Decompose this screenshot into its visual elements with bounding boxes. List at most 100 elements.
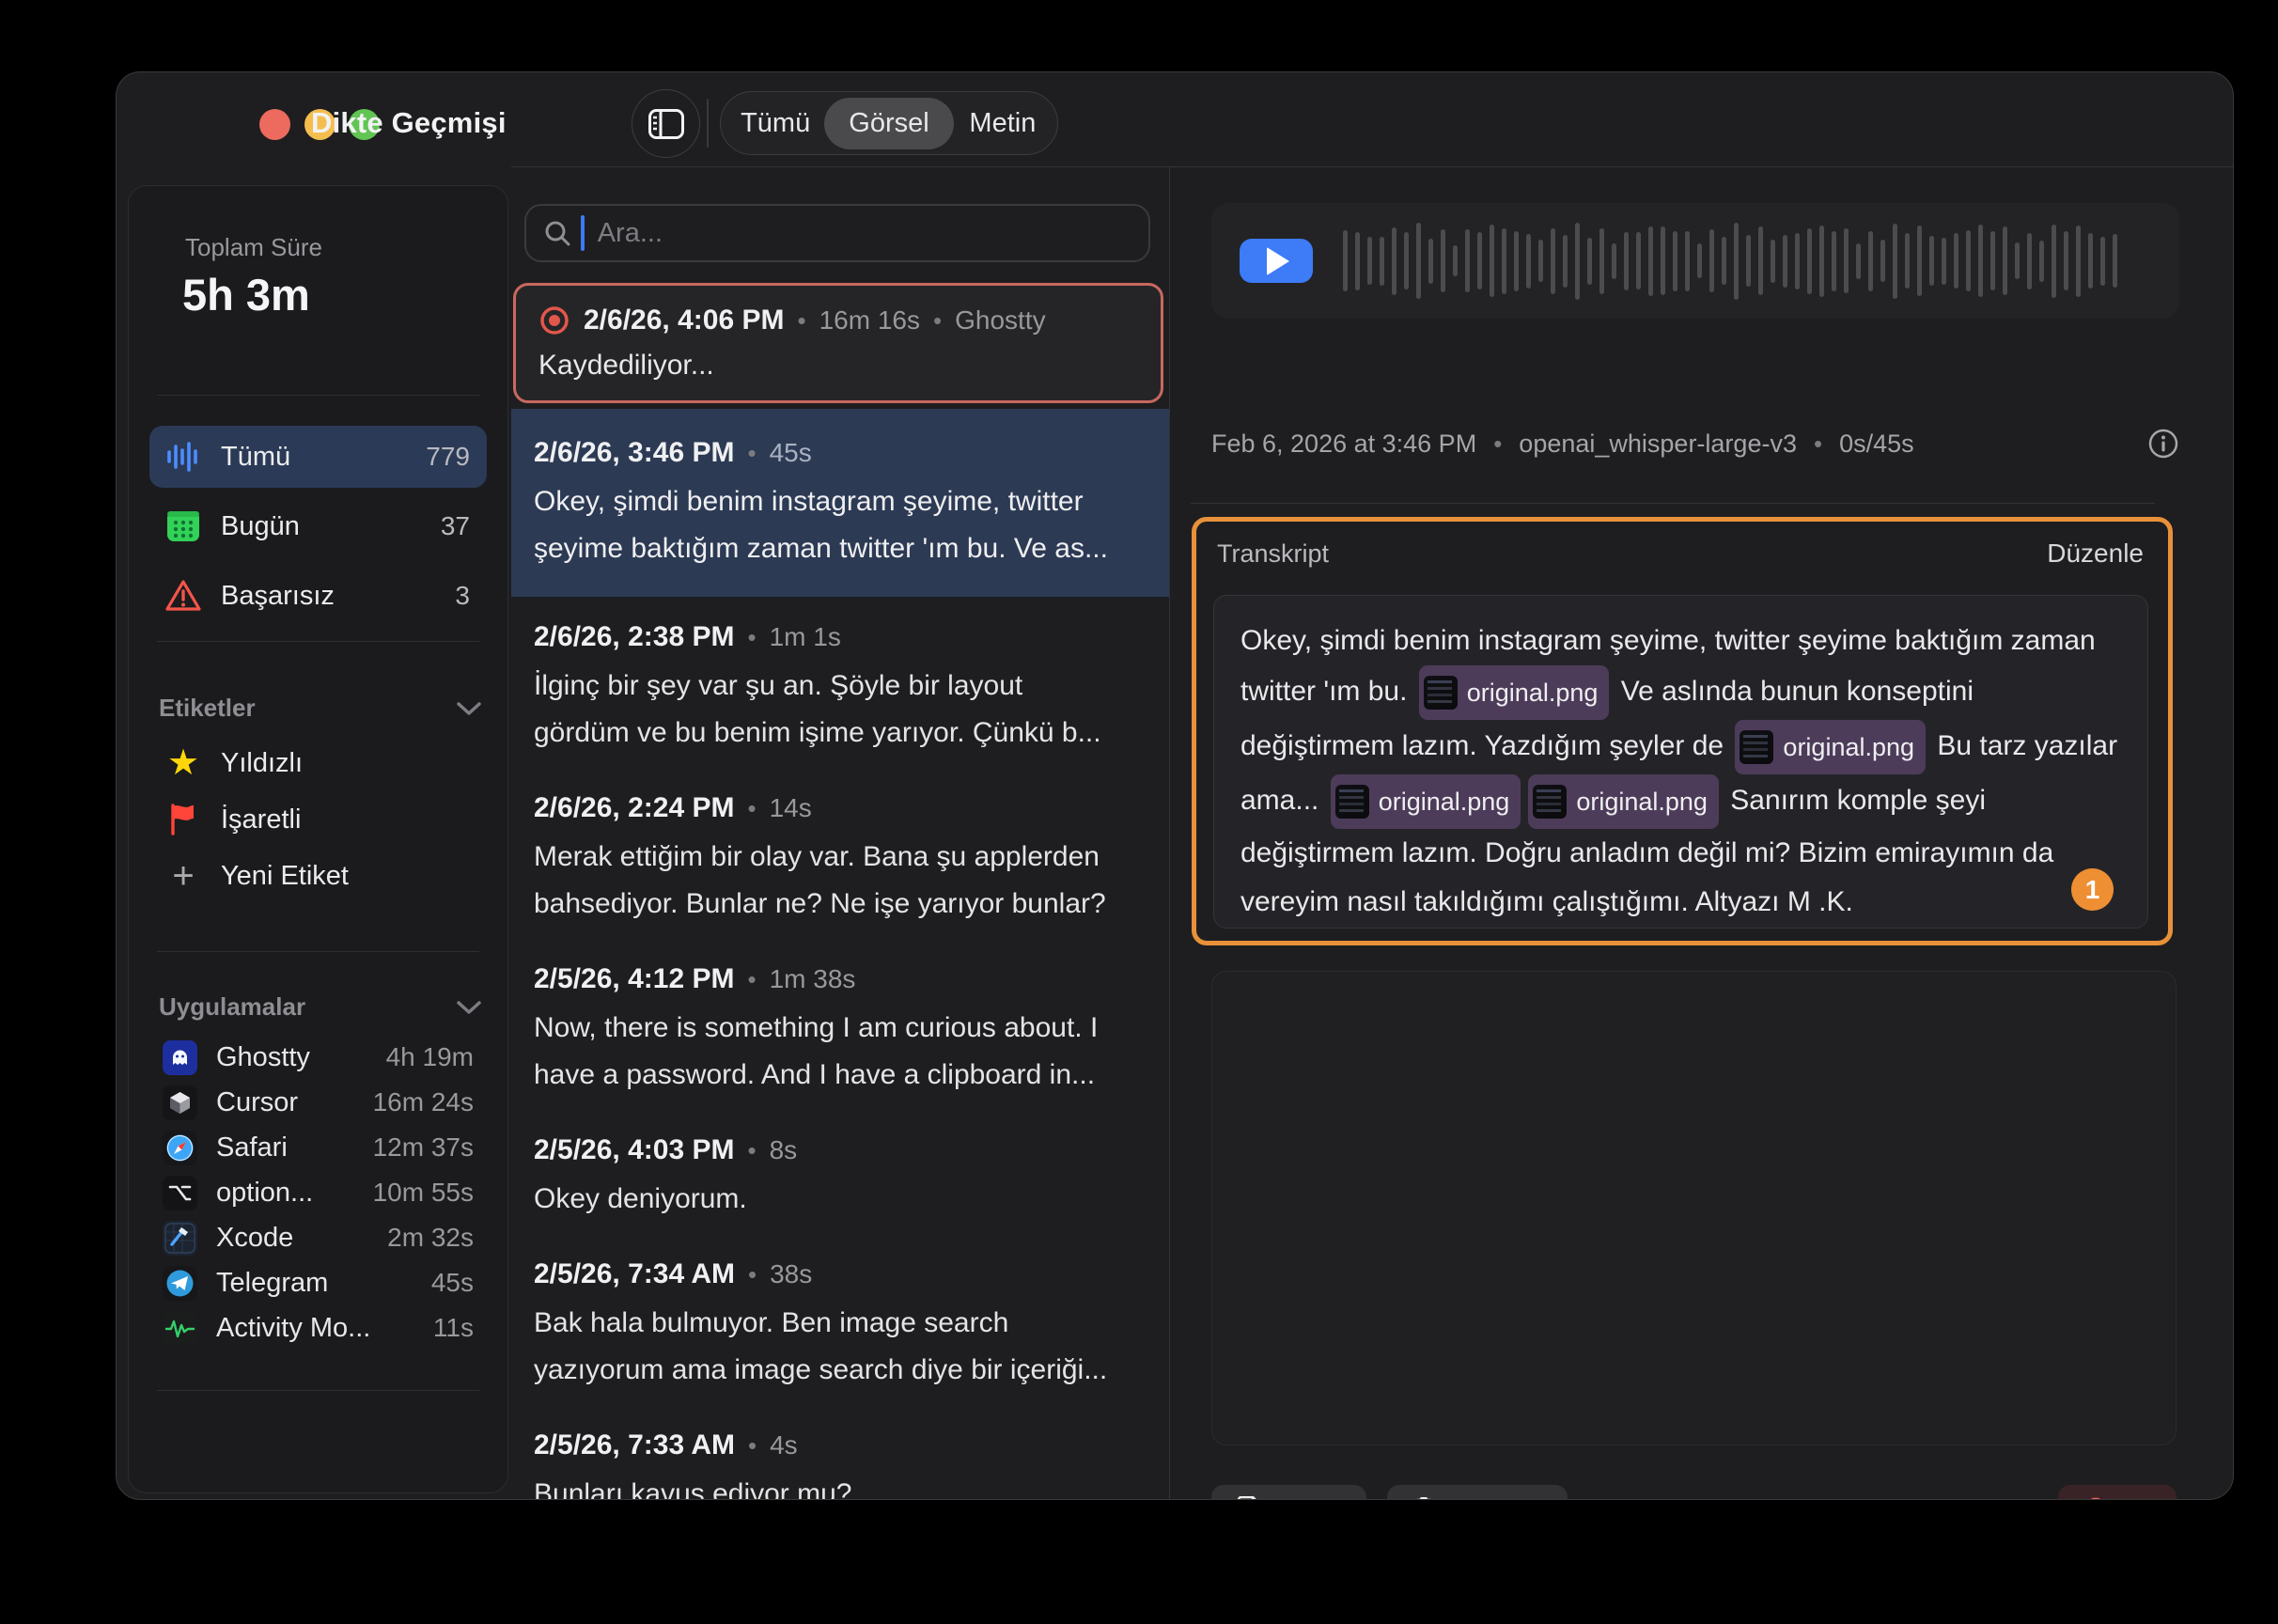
history-entry[interactable]: 2/5/26, 4:12 PM • 1m 38s Now, there is s…: [511, 939, 1169, 1110]
entry-preview: Okey deniyorum.: [534, 1176, 1147, 1223]
entry-date: 2/6/26, 2:38 PM: [534, 621, 734, 653]
sidebar-filter-item[interactable]: Bugün 37: [149, 495, 487, 557]
entry-date: 2/5/26, 7:33 AM: [534, 1429, 735, 1461]
app-name: Xcode: [216, 1223, 387, 1254]
sidebar-app-item[interactable]: Ghostty 4h 19m: [149, 1035, 487, 1080]
search-icon: [543, 219, 571, 247]
history-entry[interactable]: 2/5/26, 7:34 AM • 38s Bak hala bulmuyor.…: [511, 1234, 1169, 1405]
sidebar-app-item[interactable]: option... 10m 55s: [149, 1170, 487, 1215]
detail-section-divider: [1191, 503, 2155, 504]
entry-date: 2/5/26, 4:03 PM: [534, 1134, 734, 1166]
image-filename: original.png: [1379, 777, 1510, 826]
sidebar-app-item[interactable]: Activity Mo... 11s: [149, 1305, 487, 1351]
sidebar-tags: ★ Yıldızlı İşaretli + Yeni Etiket: [149, 735, 487, 904]
ghostty-icon: [163, 1040, 197, 1075]
audio-meta-row: Feb 6, 2026 at 3:46 PM • openai_whisper-…: [1211, 428, 2179, 460]
sidebar-divider: [157, 1390, 479, 1391]
trash-icon: [2083, 1497, 2109, 1500]
entry-duration: 1m 1s: [770, 622, 841, 652]
app-name: Safari: [216, 1132, 373, 1163]
audio-waveform[interactable]: [1343, 216, 2151, 306]
recording-status: Kaydediliyor...: [538, 350, 1138, 382]
app-duration: 10m 55s: [373, 1178, 474, 1208]
transcript-header: Transkript: [1217, 539, 1329, 569]
history-entry[interactable]: 2/5/26, 4:03 PM • 8s Okey deniyorum.: [511, 1110, 1169, 1234]
recording-entry[interactable]: 2/6/26, 4:06 PM • 16m 16s • Ghostty Kayd…: [513, 283, 1163, 403]
chevron-down-icon: [457, 1000, 481, 1015]
view-mode-tab[interactable]: Metin: [954, 99, 1052, 148]
apps-section-header[interactable]: Uygulamalar: [159, 992, 481, 1022]
delete-button[interactable]: Sil: [2058, 1485, 2177, 1500]
history-entry[interactable]: 2/5/26, 7:33 AM • 4s Bunları kavuş ediyo…: [511, 1405, 1169, 1500]
transcript-content[interactable]: Okey, şimdi benim instagram şeyime, twit…: [1213, 595, 2148, 929]
image-thumbnail: [1424, 676, 1458, 710]
entry-date: 2/5/26, 7:34 AM: [534, 1258, 735, 1290]
sidebar-app-item[interactable]: Telegram 45s: [149, 1260, 487, 1305]
entry-date: 2/5/26, 4:12 PM: [534, 963, 734, 995]
app-duration: 4h 19m: [386, 1042, 474, 1072]
image-attachment-chip[interactable]: original.png: [1419, 665, 1610, 720]
sidebar-toggle-button[interactable]: [632, 89, 700, 158]
sidebar-tag-label: Yıldızlı: [221, 748, 303, 779]
sidebar-filters: Tümü 779 Bugün 37 Başarısız 3: [149, 426, 487, 627]
tags-section-header[interactable]: Etiketler: [159, 694, 481, 723]
sidebar-tag-item[interactable]: + Yeni Etiket: [149, 848, 487, 904]
history-list: 2/6/26, 4:06 PM • 16m 16s • Ghostty Kayd…: [511, 166, 1169, 1499]
sidebar-apps: Ghostty 4h 19m Cursor 16m 24s Safari 12m…: [149, 1035, 487, 1351]
activity-icon: [163, 1311, 197, 1346]
sidebar-tag-label: Yeni Etiket: [221, 861, 349, 892]
sidebar-filter-item[interactable]: Başarısız 3: [149, 565, 487, 627]
paste-button[interactable]: Yapıştır: [1387, 1485, 1568, 1500]
history-entry[interactable]: 2/6/26, 3:46 PM • 45s Okey, şimdi benim …: [511, 409, 1169, 597]
sidebar-divider: [157, 951, 479, 952]
sidebar-filter-count: 3: [455, 581, 470, 611]
view-mode-tab[interactable]: Görsel: [824, 98, 953, 149]
entry-duration: 14s: [770, 793, 812, 823]
image-thumbnail: [1533, 785, 1567, 819]
transcript-scroll-area: [1211, 971, 2177, 1445]
star-icon: ★: [163, 742, 204, 784]
sidebar-tag-item[interactable]: İşaretli: [149, 791, 487, 848]
plus-icon: +: [163, 855, 204, 897]
transcript-annotation-highlight: Transkript Düzenle Okey, şimdi benim ins…: [1192, 517, 2173, 945]
entry-date: 2/6/26, 3:46 PM: [534, 437, 734, 469]
entry-duration: 38s: [770, 1259, 812, 1289]
image-thumbnail: [1740, 730, 1773, 764]
app-name: option...: [216, 1178, 373, 1209]
edit-button[interactable]: Düzenle: [2047, 539, 2144, 569]
sidebar-toggle-icon: [648, 109, 684, 139]
cursor-icon: [163, 1085, 197, 1120]
text-button[interactable]: Metin: [1211, 1485, 1366, 1500]
app-name: Activity Mo...: [216, 1313, 433, 1344]
audio-player: [1211, 203, 2179, 319]
sidebar-app-item[interactable]: Safari 12m 37s: [149, 1125, 487, 1170]
history-entry[interactable]: 2/6/26, 2:24 PM • 14s Merak ettiğim bir …: [511, 768, 1169, 939]
sidebar-filter-label: Başarısız: [221, 581, 455, 612]
sidebar-app-item[interactable]: Cursor 16m 24s: [149, 1080, 487, 1125]
recording-duration: 16m 16s: [819, 305, 920, 336]
image-attachment-chip[interactable]: original.png: [1735, 720, 1926, 774]
view-mode-tab[interactable]: Tümü: [726, 99, 824, 148]
history-entry[interactable]: 2/6/26, 2:38 PM • 1m 1s İlginç bir şey v…: [511, 597, 1169, 768]
info-icon[interactable]: [2147, 428, 2179, 460]
sidebar-app-item[interactable]: Xcode 2m 32s: [149, 1215, 487, 1260]
entry-preview: Now, there is something I am curious abo…: [534, 1005, 1147, 1099]
entry-duration: 45s: [770, 438, 812, 468]
sidebar-tag-item[interactable]: ★ Yıldızlı: [149, 735, 487, 791]
sidebar-filter-label: Bugün: [221, 511, 441, 542]
play-button[interactable]: [1240, 239, 1313, 283]
sidebar-filter-item[interactable]: Tümü 779: [149, 426, 487, 488]
delete-button-label: Sil: [2122, 1497, 2152, 1501]
record-icon: [538, 304, 570, 336]
clipboard-icon: [1412, 1496, 1438, 1500]
image-attachment-chip[interactable]: original.png: [1331, 774, 1521, 829]
search-field[interactable]: [524, 204, 1150, 262]
close-window-button[interactable]: [259, 109, 290, 140]
recording-app: Ghostty: [955, 305, 1045, 336]
image-attachment-chip[interactable]: original.png: [1528, 774, 1719, 829]
search-input[interactable]: [585, 217, 1131, 250]
sidebar-filter-count: 37: [441, 511, 470, 541]
total-duration-value: 5h 3m: [182, 269, 310, 320]
image-filename: original.png: [1783, 723, 1914, 772]
window-title: Dikte Geçmişi: [311, 106, 507, 140]
